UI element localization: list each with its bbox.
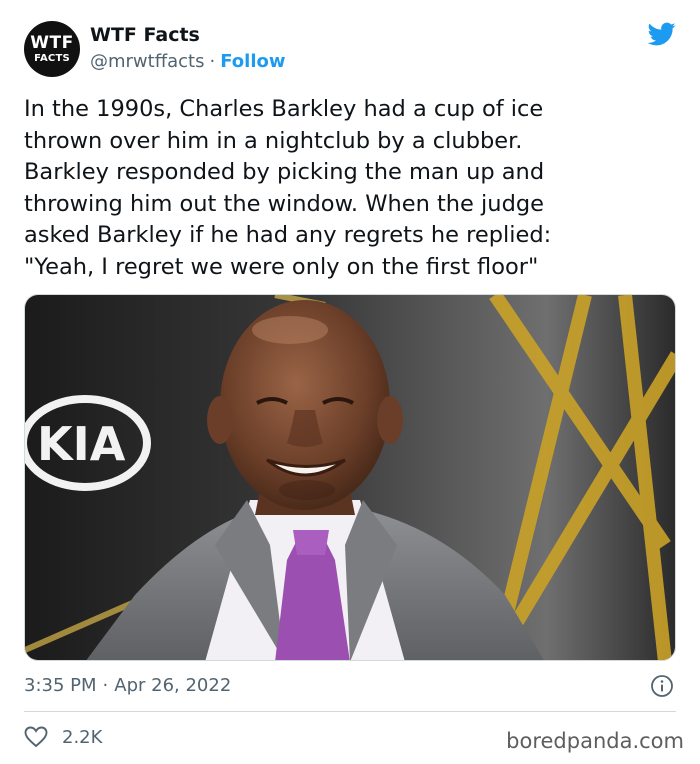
- handle-separator: ·: [209, 51, 216, 72]
- avatar-text-top: WTF: [30, 32, 74, 53]
- tweet-time: 3:35 PM: [24, 675, 97, 696]
- like-button[interactable]: 2.2K: [24, 726, 102, 748]
- info-icon[interactable]: [650, 674, 674, 698]
- tweet-date: Apr 26, 2022: [114, 675, 232, 696]
- account-handle[interactable]: @mrwtffacts: [90, 51, 204, 72]
- tweet-text: In the 1990s, Charles Barkley had a cup …: [24, 96, 552, 280]
- follow-button[interactable]: Follow: [220, 51, 285, 72]
- divider: [24, 711, 676, 712]
- like-count: 2.2K: [62, 726, 103, 748]
- watermark: boredpanda.com: [506, 729, 684, 753]
- account-handle-row: @mrwtffacts · Follow: [90, 51, 286, 72]
- photo-illustration: KIA: [25, 295, 675, 660]
- heart-outline-icon: [24, 726, 48, 748]
- avatar[interactable]: WTF FACTS: [24, 21, 80, 77]
- avatar-text-bottom: FACTS: [34, 52, 70, 64]
- tweet-timestamp[interactable]: 3:35 PM · Apr 26, 2022: [24, 675, 231, 696]
- tweet-photo[interactable]: KIA: [24, 294, 676, 661]
- kia-logo-text: KIA: [37, 417, 126, 471]
- account-name[interactable]: WTF Facts: [90, 24, 200, 46]
- timestamp-separator: ·: [102, 675, 109, 696]
- twitter-bird-icon[interactable]: [646, 20, 678, 48]
- tweet-card: WTF FACTS WTF Facts @mrwtffacts · Follow…: [0, 0, 700, 764]
